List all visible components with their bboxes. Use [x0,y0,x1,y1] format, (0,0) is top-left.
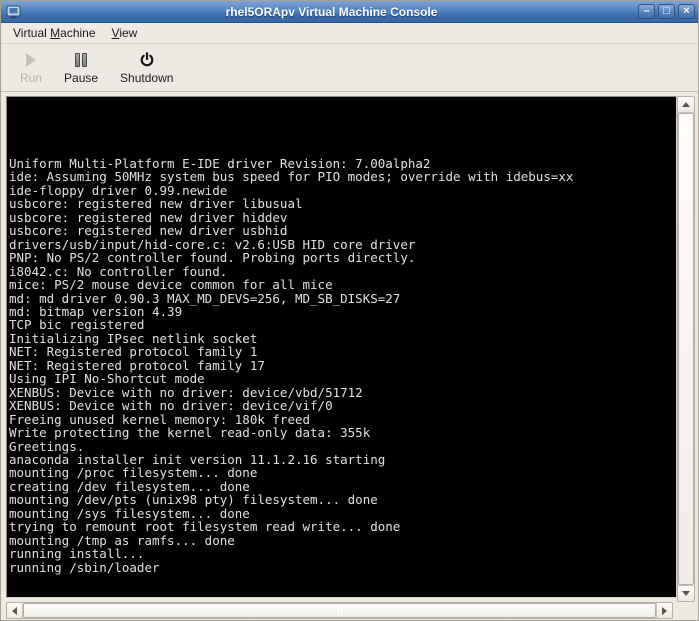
arrow-up-icon [682,102,690,107]
console-line: running install... [9,546,145,562]
titlebar[interactable]: rhel5ORApv Virtual Machine Console – □ × [1,1,698,23]
console-line: NET: Registered protocol family 17 [9,357,265,373]
menu-view[interactable]: View [104,24,146,42]
toolbar: Run Pause Shutdown [1,44,698,92]
scroll-up-button[interactable] [678,97,694,113]
minimize-button[interactable]: – [638,4,655,19]
console-line: NET: Registered protocol family 1 [9,344,258,360]
console-line: drivers/usb/input/hid-core.c: v2.6:USB H… [9,236,416,252]
pause-label: Pause [64,71,99,85]
play-icon [26,50,36,69]
arrow-right-icon [662,606,667,615]
close-button[interactable]: × [678,4,695,19]
console-line: mounting /dev/pts (unix98 pty) filesyste… [9,492,378,508]
console-line: mounting /proc filesystem... done [9,465,258,481]
console-lines: Uniform Multi-Platform E-IDE driver Revi… [9,156,676,575]
console-line: XENBUS: Device with no driver: device/vi… [9,398,333,414]
horizontal-scrollbar-thumb[interactable] [23,603,656,618]
menubar: Virtual Machine View [1,23,698,44]
console-line: PNP: No PS/2 controller found. Probing p… [9,250,416,266]
console-line: XENBUS: Device with no driver: device/vb… [9,384,363,400]
console-line: ide-floppy driver 0.99.newide [9,182,228,198]
console-line: running /sbin/loader [9,559,160,575]
console-line: Using IPI No-Shortcut mode [9,371,205,387]
console-line: Uniform Multi-Platform E-IDE driver Revi… [9,156,431,171]
console-line: i8042.c: No controller found. [9,263,228,279]
console-output[interactable]: Uniform Multi-Platform E-IDE driver Revi… [6,96,677,598]
pause-icon [75,50,88,69]
console-line: TCP bic registered [9,317,145,333]
console-line: usbcore: registered new driver libusual [9,196,303,212]
scroll-left-button[interactable] [7,603,23,618]
power-icon [139,50,155,69]
console-line: usbcore: registered new driver usbhid [9,223,288,239]
run-button[interactable]: Run [9,47,53,88]
scroll-right-button[interactable] [656,603,672,618]
vertical-scrollbar-thumb[interactable] [678,113,694,585]
console-line: md: md driver 0.90.3 MAX_MD_DEVS=256, MD… [9,290,401,306]
console-line: mounting /sys filesystem... done [9,505,250,521]
console-line: Greetings. [9,438,85,454]
console-line: Initializing IPsec netlink socket [9,330,258,346]
arrow-down-icon [682,591,690,596]
pause-button[interactable]: Pause [53,47,109,88]
console-line: creating /dev filesystem... done [9,478,250,494]
console-line: ide: Assuming 50MHz system bus speed for… [9,169,574,185]
shutdown-label: Shutdown [120,71,174,85]
console-line: mice: PS/2 mouse device common for all m… [9,277,333,293]
console-line: anaconda installer init version 11.1.2.1… [9,451,386,467]
shutdown-button[interactable]: Shutdown [109,47,184,88]
run-label: Run [20,71,43,85]
console-line: Freeing unused kernel memory: 180k freed [9,411,311,427]
thumb-grip-icon [337,606,342,615]
window-icon [6,5,21,18]
console-line: trying to remount root filesystem read w… [9,519,401,535]
arrow-left-icon [12,606,17,615]
console-line: usbcore: registered new driver hiddev [9,209,288,225]
console-line: Write protecting the kernel read-only da… [9,425,371,441]
horizontal-scrollbar[interactable] [6,602,673,619]
window-title: rhel5ORApv Virtual Machine Console [225,4,438,19]
console-line: mounting /tmp as ramfs... done [9,532,235,548]
vm-console-window: rhel5ORApv Virtual Machine Console – □ ×… [0,0,699,621]
menu-virtual-machine[interactable]: Virtual Machine [5,24,104,42]
maximize-button[interactable]: □ [658,4,675,19]
window-controls: – □ × [638,4,695,19]
scroll-down-button[interactable] [678,585,694,601]
vertical-scrollbar[interactable] [677,96,695,602]
console-line: md: bitmap version 4.39 [9,303,183,319]
